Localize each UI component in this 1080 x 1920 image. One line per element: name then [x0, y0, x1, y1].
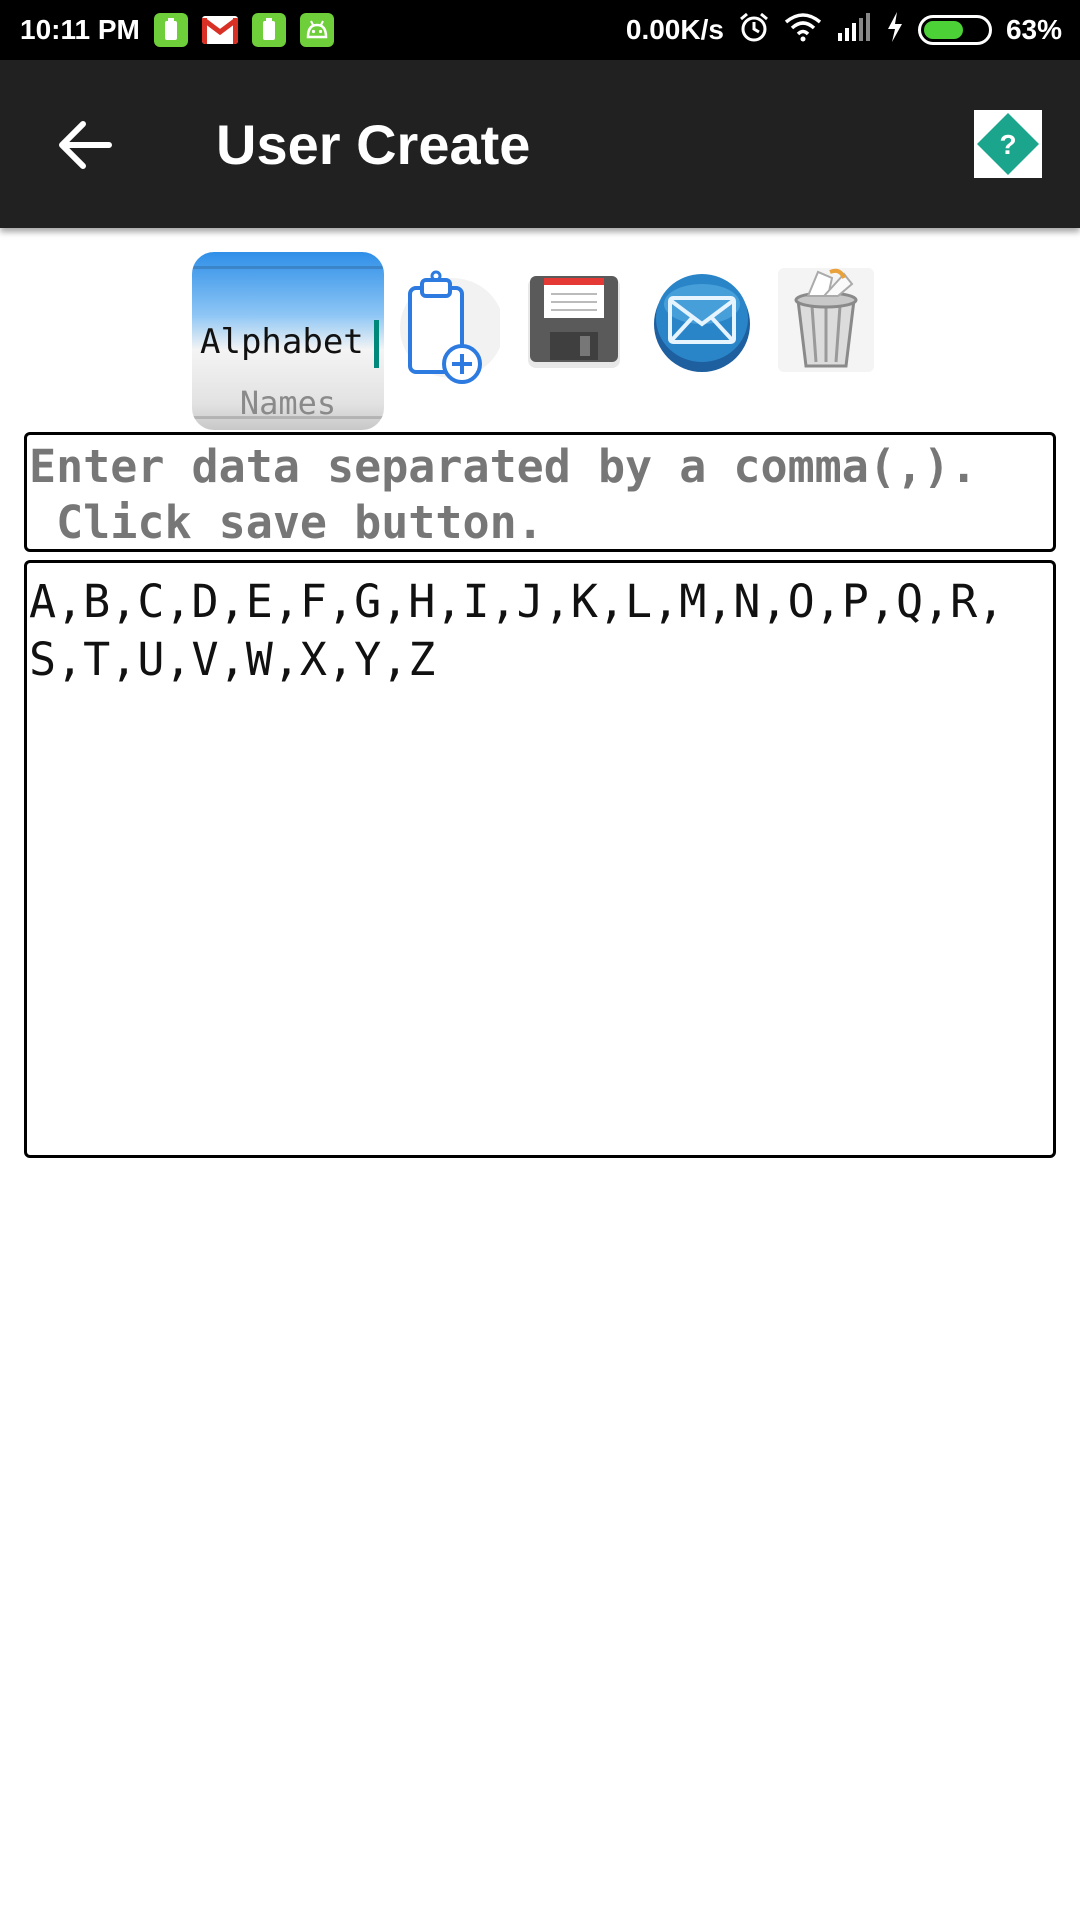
arrow-left-icon — [59, 121, 112, 169]
status-left: 10:11 PM — [20, 13, 334, 47]
save-button[interactable] — [524, 266, 624, 376]
name-field-rule — [192, 416, 384, 419]
hint-text-box: Enter data separated by a comma(,). Clic… — [24, 432, 1056, 552]
charging-icon — [886, 11, 904, 49]
android-icon — [299, 13, 334, 47]
app-bar: User Create ? — [0, 60, 1080, 228]
name-field-rule — [192, 266, 384, 269]
network-speed: 0.00K/s — [625, 14, 724, 45]
trash-icon — [778, 268, 874, 372]
back-button[interactable] — [50, 110, 120, 180]
status-right: 0.00K/s 63% — [626, 11, 1062, 50]
name-value: Alphabet — [200, 322, 364, 362]
status-bar: 10:11 PM 0.00K/s 63% — [0, 0, 1080, 60]
data-input[interactable]: A,B,C,D,E,F,G,H,I,J,K,L,M,N,O,P,Q,R,S,T,… — [24, 560, 1056, 1158]
mail-button[interactable] — [650, 266, 750, 376]
alarm-icon — [738, 11, 770, 50]
help-button[interactable]: ? — [974, 110, 1042, 178]
help-diamond-icon: ? — [977, 113, 1039, 175]
wifi-icon — [784, 12, 822, 49]
battery-notification-icon — [251, 13, 286, 47]
battery-level-fill — [923, 21, 963, 39]
paste-clipboard-icon — [400, 270, 504, 384]
status-time: 10:11 PM — [20, 14, 140, 45]
battery-icon — [917, 15, 992, 45]
name-field[interactable]: Alphabet Names — [192, 252, 384, 430]
text-cursor — [374, 320, 379, 368]
page-title: User Create — [216, 113, 531, 176]
help-symbol: ? — [999, 129, 1016, 160]
battery-notification-icon — [153, 13, 188, 47]
delete-button[interactable] — [774, 266, 874, 376]
paste-button[interactable] — [390, 266, 504, 384]
signal-icon — [836, 12, 872, 48]
gmail-icon — [201, 16, 238, 44]
save-floppy-icon — [528, 276, 620, 368]
toolbar: Alphabet Names — [192, 250, 892, 432]
mail-icon — [654, 274, 750, 372]
battery-percent: 63% — [1005, 14, 1062, 45]
